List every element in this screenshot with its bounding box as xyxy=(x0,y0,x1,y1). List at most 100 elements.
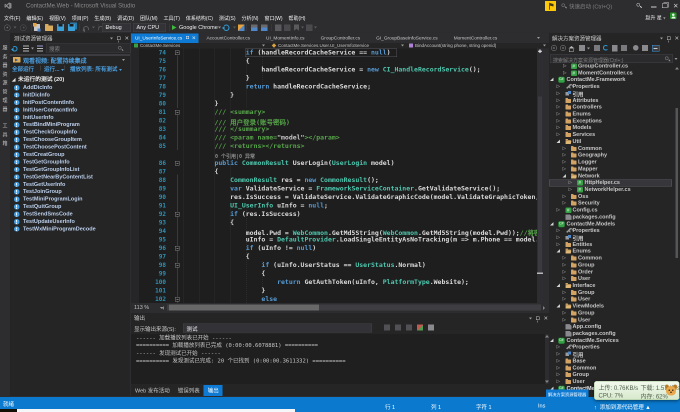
more-caret-2[interactable] xyxy=(314,22,317,33)
pin-icon[interactable] xyxy=(185,36,189,39)
tree-item[interactable]: ◢ ContactMe.Framework xyxy=(549,76,672,84)
solution-search-box[interactable]: 搜索解决方案资源管理器(Ctrl+;) xyxy=(550,54,678,64)
tree-item[interactable]: ▷ Common xyxy=(549,255,672,262)
tree-item[interactable]: ▷ User xyxy=(549,296,672,303)
tree-item[interactable]: ▷ Security xyxy=(549,200,672,207)
scope-icon[interactable] xyxy=(579,45,586,52)
tree-item[interactable]: ▷ Config.cs xyxy=(549,207,672,214)
navigate-forward-button[interactable] xyxy=(20,22,27,33)
bottom-tab[interactable]: 输出 xyxy=(203,385,223,396)
tree-expander[interactable]: ◢ xyxy=(557,303,560,309)
tree-expander[interactable]: ▷ xyxy=(563,63,566,69)
code-editor[interactable]: 74 if (handleRecordCacheService == null)… xyxy=(131,48,543,303)
tree-item[interactable]: ▷ MomentController.cs xyxy=(549,70,672,77)
tree-item[interactable]: ▷ Enums xyxy=(549,111,672,118)
tree-item[interactable]: packages.config xyxy=(549,214,672,221)
network-monitor-overlay[interactable]: 上传: 0.76KB/s 下载: 1.57KB/s CPU: 7% 内存: 62… xyxy=(594,381,680,400)
tree-expander[interactable]: ▷ xyxy=(563,255,566,261)
test-list-item[interactable]: TestSendSmsCode xyxy=(10,211,130,218)
tree-expander[interactable]: ◢ xyxy=(550,337,553,343)
tree-expander[interactable]: ▷ xyxy=(557,97,560,103)
tree-expander[interactable]: ▷ xyxy=(563,200,566,206)
scrollbar-thumb[interactable] xyxy=(169,304,319,311)
notifications-flag-button[interactable] xyxy=(545,1,556,11)
test-list-item[interactable]: TestGetGroupInfo xyxy=(10,158,130,165)
start-debug-caret[interactable] xyxy=(218,22,221,33)
menu-item[interactable]: 分析(N) xyxy=(239,11,262,22)
close-button[interactable]: ✕ xyxy=(673,2,678,10)
tree-expander[interactable]: ▷ xyxy=(557,351,560,357)
tree-expander[interactable]: ▷ xyxy=(563,70,566,76)
test-search-box[interactable]: 搜索 xyxy=(46,43,131,53)
test-list-item[interactable]: TestWxMiniProgramDecode xyxy=(10,225,130,232)
tree-item[interactable]: ▷ Common xyxy=(549,365,672,372)
tree-item[interactable]: ▷ Group xyxy=(549,262,672,269)
document-tab[interactable]: MomentController.cs xyxy=(446,34,506,44)
test-list-item[interactable]: InitUserInfo xyxy=(10,114,130,121)
tree-item[interactable]: App.config xyxy=(549,324,672,331)
pin-icon[interactable] xyxy=(117,36,121,43)
tree-item[interactable]: ▷ Common xyxy=(549,145,672,152)
bottom-tab[interactable]: Web 发布活动 xyxy=(131,385,174,396)
test-list-item[interactable]: InitUserContacntInfo xyxy=(10,106,130,113)
bookmark-icon[interactable] xyxy=(294,22,299,33)
scroll-left-arrow[interactable] xyxy=(162,306,164,310)
clear-all-icon[interactable] xyxy=(417,324,423,331)
output-content[interactable]: ------ 加载播放列表已开始 ------ ========== 加载播放列表… xyxy=(131,334,545,384)
save-button[interactable] xyxy=(57,22,64,33)
test-list-item[interactable]: TestQuitGroup xyxy=(10,203,130,210)
preview-icon[interactable] xyxy=(642,45,649,52)
run-menu-link[interactable]: 运行... xyxy=(44,65,65,73)
tree-item[interactable]: ▷ 引用 xyxy=(549,234,672,242)
test-list-item[interactable]: TestGetGroupInfoList xyxy=(10,166,130,173)
tree-expander[interactable]: ▷ xyxy=(557,84,560,90)
document-tab[interactable]: AccountController.cs xyxy=(198,34,258,44)
tree-expander[interactable]: ▷ xyxy=(557,372,560,378)
tree-expander[interactable]: ◢ xyxy=(550,77,553,83)
tree-item[interactable]: ▷ Properties xyxy=(549,344,672,351)
tree-item[interactable]: ◢ Interface xyxy=(549,283,672,290)
scrollbar-thumb[interactable] xyxy=(538,96,542,273)
tree-expander[interactable]: ▷ xyxy=(563,159,566,165)
save-all-button[interactable] xyxy=(68,22,75,33)
tree-item[interactable]: ▷ Geography xyxy=(549,152,672,159)
close-icon[interactable] xyxy=(675,36,680,41)
add-to-source-control[interactable]: 添加到源代码管理 xyxy=(594,403,651,411)
tree-item[interactable]: ▷ Order xyxy=(549,269,672,276)
tree-expander[interactable]: ▷ xyxy=(569,180,572,186)
test-group-header[interactable]: ◢ 未运行的测试 (20) xyxy=(12,75,64,83)
test-list-item[interactable]: TestJoinGroup xyxy=(10,188,130,195)
fold-collapse-box[interactable] xyxy=(175,161,180,166)
minimize-button[interactable] xyxy=(651,6,657,8)
menu-item[interactable]: 项目(P) xyxy=(69,11,92,22)
fold-collapse-box[interactable] xyxy=(175,110,180,115)
fold-collapse-box[interactable] xyxy=(175,246,180,251)
tree-item[interactable]: ▷ Entities xyxy=(549,241,672,248)
test-list-item[interactable]: InitDicInfo xyxy=(10,91,130,98)
tree-item[interactable]: ◢ ContactMe.Services xyxy=(549,337,672,344)
quick-launch-input[interactable]: 快速启动 (Ctrl+Q) xyxy=(569,3,612,11)
tree-item[interactable]: ▷ Exceptions xyxy=(549,118,672,125)
nest-files-icon[interactable] xyxy=(612,45,619,52)
test-list-item[interactable]: InitPostContentInfo xyxy=(10,99,130,106)
document-tab[interactable]: GroupController.cs xyxy=(313,34,369,44)
pin-icon[interactable] xyxy=(667,36,671,43)
tree-expander[interactable]: ▷ xyxy=(557,90,560,96)
tree-item[interactable]: ◢ ContactMe.Models xyxy=(549,220,672,228)
comment-icon[interactable] xyxy=(306,22,313,33)
indent-icon[interactable] xyxy=(275,22,282,33)
prev-message-icon[interactable] xyxy=(384,324,390,331)
navigate-back-button[interactable] xyxy=(4,22,11,33)
tree-expander[interactable]: ▷ xyxy=(557,379,560,385)
refresh-button[interactable] xyxy=(222,22,230,33)
refresh-icon[interactable] xyxy=(603,45,610,52)
test-list-item[interactable]: TestBindMiniProgram xyxy=(10,121,130,128)
tree-expander[interactable]: ▷ xyxy=(557,344,560,350)
tree-item[interactable]: ▷ Logger xyxy=(549,159,672,166)
tree-item[interactable]: ▷ User xyxy=(549,317,672,324)
forward-icon[interactable] xyxy=(560,45,567,52)
tree-expander[interactable]: ▷ xyxy=(563,152,566,158)
home-icon[interactable] xyxy=(568,45,576,52)
tree-item[interactable]: ▷ NetworkHelper.cs xyxy=(549,186,672,193)
tree-item[interactable]: ▷ Mapper xyxy=(549,166,672,173)
